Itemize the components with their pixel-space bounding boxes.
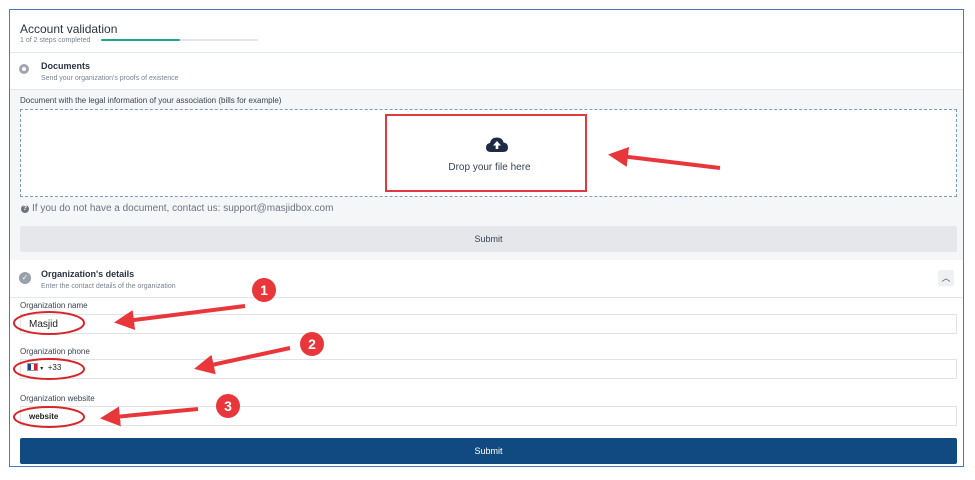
document-field-label: Document with the legal information of y… bbox=[20, 96, 282, 105]
drop-file-text: Drop your file here bbox=[448, 162, 531, 173]
phone-value: +33 bbox=[47, 363, 62, 372]
page-title: Account validation bbox=[20, 22, 118, 36]
contact-hint: ? If you do not have a document, contact … bbox=[21, 203, 333, 214]
documents-section-header[interactable]: Documents Send your organization's proof… bbox=[10, 53, 963, 90]
documents-submit-button[interactable]: Submit bbox=[20, 226, 957, 252]
details-submit-button[interactable]: Submit bbox=[20, 438, 957, 464]
file-dropzone[interactable]: Drop your file here bbox=[20, 109, 957, 197]
france-flag-icon bbox=[27, 363, 38, 371]
question-circle-icon: ? bbox=[21, 205, 29, 213]
chevron-down-icon: ▾ bbox=[40, 366, 44, 372]
progress-bar-fill bbox=[101, 39, 180, 41]
documents-subtitle: Send your organization's proofs of exist… bbox=[41, 75, 179, 82]
steps-counter: 1 of 2 steps completed bbox=[20, 37, 91, 44]
documents-title: Documents bbox=[41, 61, 91, 71]
org-name-label: Organization name bbox=[20, 301, 88, 310]
account-validation-panel: Account validation 1 of 2 steps complete… bbox=[9, 9, 964, 467]
contact-hint-text: If you do not have a document, contact u… bbox=[32, 203, 334, 214]
org-website-label: Organization website bbox=[20, 394, 95, 403]
progress-bar bbox=[101, 39, 258, 41]
details-title: Organization's details bbox=[41, 269, 135, 279]
org-website-input[interactable] bbox=[20, 406, 957, 426]
details-subtitle: Enter the contact details of the organiz… bbox=[41, 283, 176, 290]
org-phone-label: Organization phone bbox=[20, 347, 90, 356]
org-phone-input[interactable] bbox=[20, 359, 957, 379]
check-circle-icon: ✓ bbox=[19, 272, 31, 284]
panel-header: Account validation 1 of 2 steps complete… bbox=[10, 10, 963, 53]
org-name-input[interactable] bbox=[20, 314, 957, 334]
details-section-header[interactable]: ✓ Organization's details Enter the conta… bbox=[10, 261, 963, 298]
chevron-up-icon[interactable]: ︿ bbox=[938, 270, 954, 286]
step-radio-icon bbox=[19, 64, 29, 74]
phone-country-selector[interactable]: ▾ +33 bbox=[27, 363, 61, 372]
cloud-upload-icon bbox=[486, 137, 508, 152]
